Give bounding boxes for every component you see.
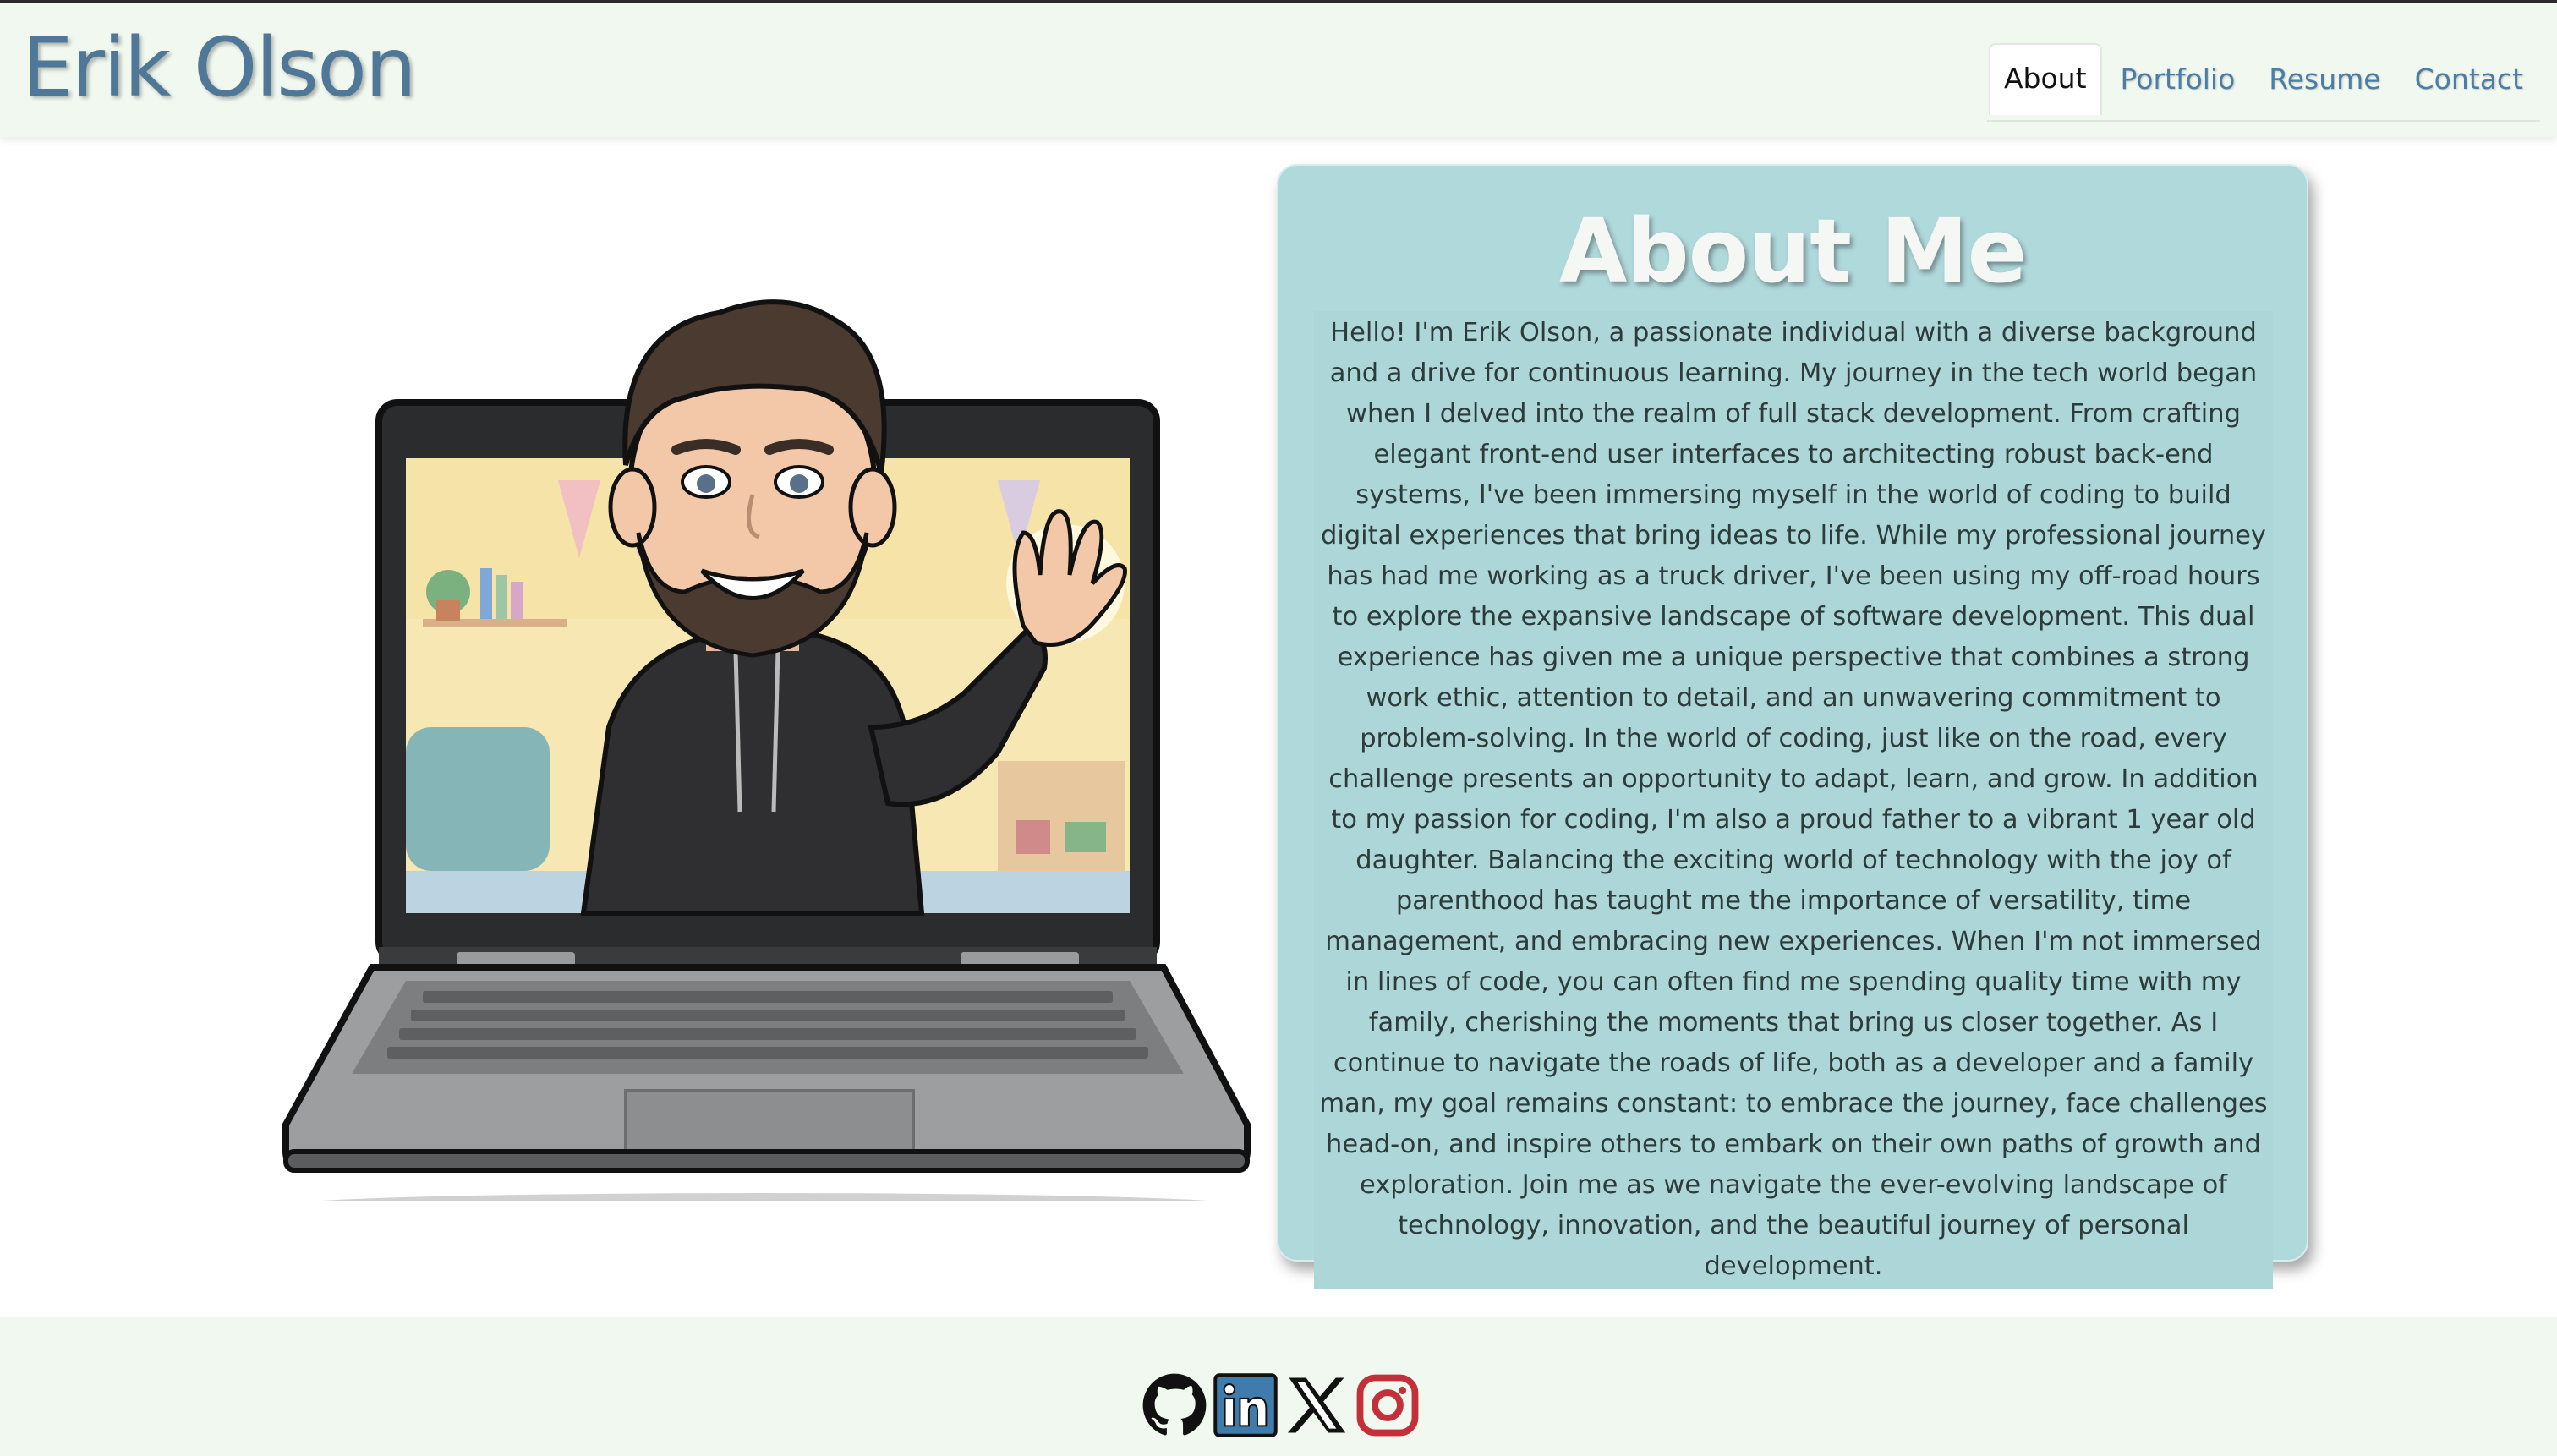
about-title: About Me — [1558, 200, 2027, 303]
nav-contact[interactable]: Contact — [2400, 44, 2538, 114]
social-links — [1142, 1370, 1421, 1441]
hero-image — [279, 254, 1251, 1217]
site-header: Erik Olson About Portfolio Resume Contac… — [0, 3, 2557, 137]
site-title[interactable]: Erik Olson — [22, 23, 417, 113]
instagram-icon — [1356, 1374, 1419, 1437]
nav-portfolio[interactable]: Portfolio — [2105, 44, 2251, 114]
x-link[interactable] — [1284, 1372, 1350, 1438]
about-card: About Me Hello! I'm Erik Olson, a passio… — [1277, 164, 2308, 1289]
github-icon — [1142, 1373, 1207, 1436]
linkedin-icon — [1213, 1373, 1278, 1437]
laptop-avatar-illustration — [282, 299, 1251, 1217]
main-nav: About Portfolio Resume Contact — [1986, 37, 2540, 122]
x-icon — [1287, 1377, 1346, 1433]
nav-about[interactable]: About — [1988, 42, 2102, 115]
github-link[interactable] — [1142, 1372, 1207, 1438]
instagram-link[interactable] — [1355, 1372, 1421, 1438]
about-body: Hello! I'm Erik Olson, a passionate indi… — [1314, 311, 2273, 1289]
linkedin-link[interactable] — [1213, 1372, 1278, 1438]
nav-resume[interactable]: Resume — [2253, 44, 2395, 114]
site-footer — [0, 1317, 2557, 1456]
